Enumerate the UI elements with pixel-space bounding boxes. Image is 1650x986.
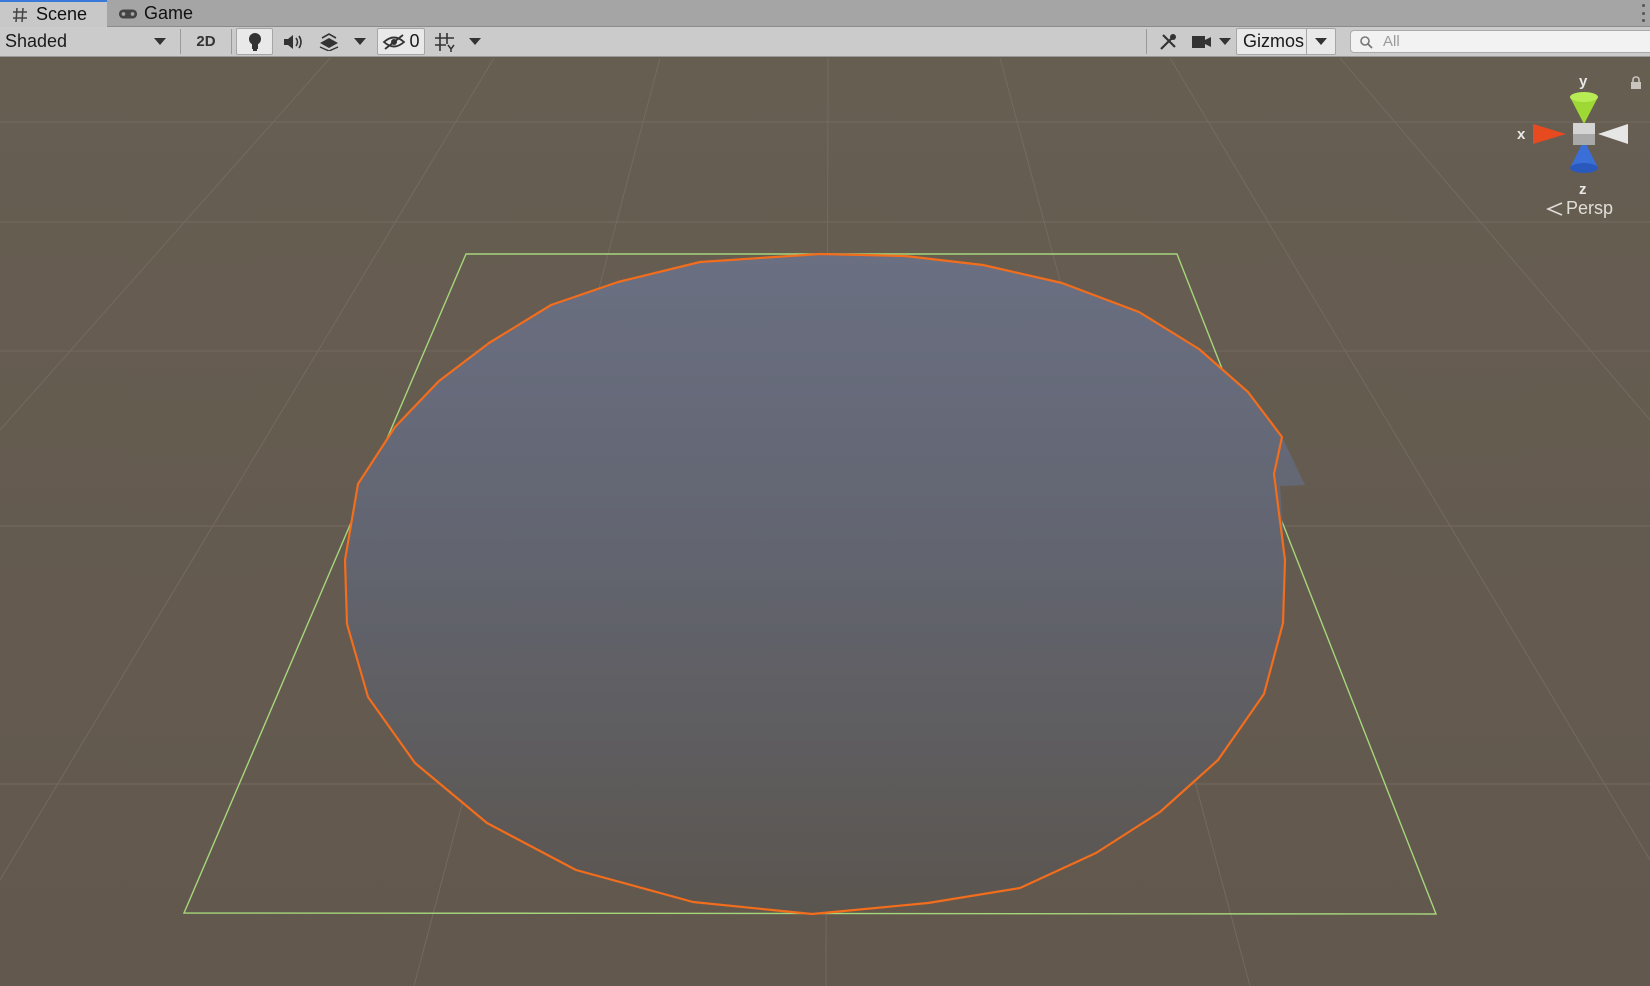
dropdown-caret-icon xyxy=(154,38,166,45)
dropdown-caret-icon xyxy=(354,38,366,45)
hierarchy-search-field[interactable]: All xyxy=(1350,30,1650,53)
lock-icon[interactable] xyxy=(1630,76,1642,95)
dropdown-caret-icon xyxy=(1219,38,1231,45)
audio-icon xyxy=(284,34,302,49)
window-tab-bar: Scene Game xyxy=(0,0,1650,27)
effects-icon xyxy=(319,32,339,51)
scene-audio-toggle[interactable] xyxy=(276,28,310,55)
tab-label: Scene xyxy=(36,4,88,24)
hidden-objects-icon xyxy=(383,33,406,50)
grid-toggle[interactable] xyxy=(428,28,462,55)
scene-effects-toggle[interactable] xyxy=(312,28,346,55)
toggle-2d-button[interactable]: 2D xyxy=(186,28,226,55)
effects-dropdown[interactable] xyxy=(348,28,372,55)
hidden-objects-toggle[interactable]: 0 xyxy=(377,28,425,55)
grid-icon xyxy=(435,32,455,52)
scene-lighting-toggle[interactable] xyxy=(236,28,273,55)
draw-mode-label: Shaded xyxy=(5,31,68,51)
hidden-count: 0 xyxy=(409,31,420,51)
gizmo-z-label: z xyxy=(1579,181,1587,198)
tab-game[interactable]: Game xyxy=(112,0,212,27)
chevron-left-icon xyxy=(1546,201,1563,216)
grid-dropdown[interactable] xyxy=(462,28,488,55)
projection-label: Persp xyxy=(1566,198,1614,218)
scene-viewport[interactable]: y x z Persp xyxy=(0,58,1650,986)
search-placeholder: All xyxy=(1383,33,1400,50)
divider xyxy=(1146,29,1147,54)
gizmo-x-label: x xyxy=(1517,126,1526,143)
gizmos-toggle[interactable]: Gizmos xyxy=(1236,28,1336,55)
dropdown-caret-icon xyxy=(469,38,481,45)
menu-kebab-icon[interactable] xyxy=(1640,4,1646,22)
scene-toolbar: Shaded 2D 0 Gizmos All xyxy=(0,27,1650,57)
gizmos-label: Gizmos xyxy=(1243,31,1305,51)
scene-tools-button[interactable] xyxy=(1150,28,1186,55)
tab-scene[interactable]: Scene xyxy=(0,0,107,27)
camera-settings-button[interactable] xyxy=(1190,28,1232,55)
lightbulb-icon xyxy=(248,32,261,51)
divider xyxy=(180,29,181,54)
divider xyxy=(231,29,232,54)
search-icon xyxy=(1360,35,1373,49)
camera-icon xyxy=(1192,35,1211,48)
hash-icon xyxy=(10,6,30,24)
tools-icon xyxy=(1160,33,1176,50)
gamepad-icon xyxy=(118,5,138,23)
dropdown-caret-icon xyxy=(1315,38,1327,45)
tab-label: Game xyxy=(144,3,194,23)
projection-toggle[interactable]: Persp xyxy=(1546,198,1613,219)
draw-mode-dropdown[interactable]: Shaded xyxy=(0,28,176,55)
gizmo-y-label: y xyxy=(1579,73,1588,90)
gizmos-dropdown[interactable] xyxy=(1306,29,1335,54)
